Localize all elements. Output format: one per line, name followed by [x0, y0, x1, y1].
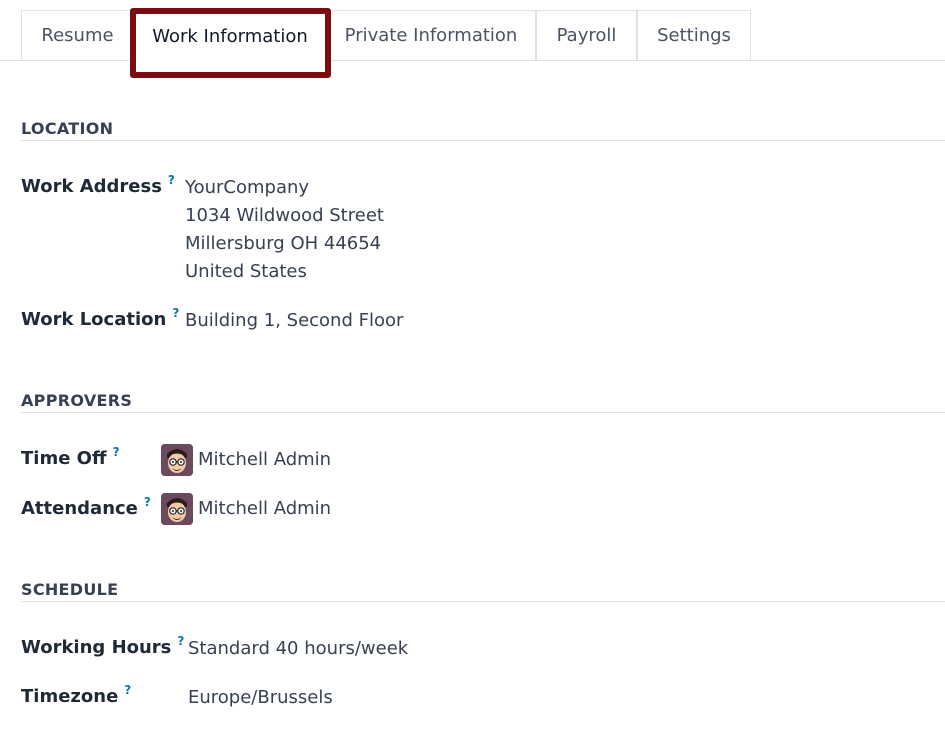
help-icon[interactable]: ? — [168, 173, 175, 187]
work-location-label-text: Work Location — [21, 309, 167, 330]
attendance-approver[interactable]: Mitchell Admin — [198, 495, 331, 523]
work-address-label: Work Address? — [21, 173, 175, 197]
attendance-label: Attendance? — [21, 495, 151, 519]
tab-work-information[interactable]: Work Information — [134, 10, 326, 62]
working-hours-label: Working Hours? — [21, 634, 184, 658]
working-hours-label-text: Working Hours — [21, 637, 172, 658]
tab-resume[interactable]: Resume — [21, 10, 134, 60]
section-divider — [21, 140, 945, 141]
timezone-label-text: Timezone — [21, 686, 119, 707]
help-icon[interactable]: ? — [113, 445, 120, 459]
tab-private-information[interactable]: Private Information — [326, 10, 536, 60]
user-avatar-icon — [161, 493, 193, 525]
user-avatar-icon — [161, 444, 193, 476]
time-off-approver[interactable]: Mitchell Admin — [198, 446, 331, 474]
address-line: 1034 Wildwood Street — [185, 205, 384, 226]
timezone-label: Timezone? — [21, 683, 131, 707]
work-location-value[interactable]: Building 1, Second Floor — [185, 307, 403, 335]
help-icon[interactable]: ? — [172, 306, 179, 320]
address-line: Millersburg OH 44654 — [185, 233, 382, 254]
attendance-label-text: Attendance — [21, 498, 138, 519]
working-hours-value[interactable]: Standard 40 hours/week — [188, 635, 408, 663]
work-address-value[interactable]: YourCompany 1034 Wildwood Street Millers… — [185, 174, 384, 286]
address-line: YourCompany — [185, 177, 310, 198]
section-divider — [21, 412, 945, 413]
time-off-label: Time Off? — [21, 445, 120, 469]
help-icon[interactable]: ? — [144, 495, 151, 509]
time-off-label-text: Time Off — [21, 448, 107, 469]
timezone-value[interactable]: Europe/Brussels — [188, 684, 333, 712]
work-location-label: Work Location? — [21, 306, 179, 330]
help-icon[interactable]: ? — [124, 683, 131, 697]
tab-payroll[interactable]: Payroll — [536, 10, 637, 60]
section-title-schedule: SCHEDULE — [21, 580, 119, 599]
notebook-tabs: Resume Work Information Private Informat… — [0, 0, 945, 62]
tab-settings[interactable]: Settings — [637, 10, 751, 60]
help-icon[interactable]: ? — [177, 634, 184, 648]
work-address-label-text: Work Address — [21, 176, 162, 197]
section-divider — [21, 601, 945, 602]
section-title-approvers: APPROVERS — [21, 391, 133, 410]
address-line: United States — [185, 261, 307, 282]
section-title-location: LOCATION — [21, 119, 114, 138]
